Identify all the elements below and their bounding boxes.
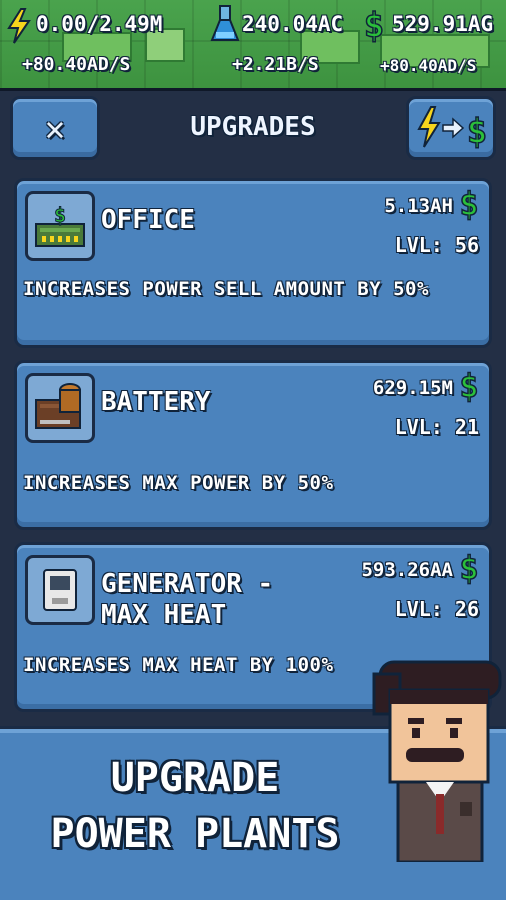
research-rate: +2.21B/s (232, 54, 319, 75)
upgrade-cost: 5.13AH (384, 195, 453, 217)
upgrade-level: LVL: 21 (394, 415, 479, 439)
dollar-icon: $ (459, 369, 480, 403)
upgrade-description: INCREASES MAX POWER BY 50% (23, 472, 334, 494)
mascot-character (372, 660, 502, 862)
svg-text:$: $ (364, 7, 384, 43)
banner-title-line1: UPGRADE (110, 755, 280, 801)
dollar-icon: $ (459, 187, 480, 221)
upgrade-name: OFFICE (101, 205, 195, 235)
svg-text:$: $ (459, 369, 478, 403)
generator-icon-box (25, 555, 95, 625)
page-title: UPGRADES (190, 112, 316, 142)
svg-text:$: $ (459, 551, 478, 585)
upgrade-card-battery[interactable]: BATTERY 629.15M $ LVL: 21 INCREASES MAX … (14, 360, 492, 530)
convert-power-to-money-button[interactable]: $ (406, 96, 496, 160)
upgrade-cost: 629.15M (372, 377, 453, 399)
upgrade-card-office[interactable]: $ OFFICE 5.13AH $ LVL: 56 INCREASES POWE… (14, 178, 492, 348)
close-x-icon: ✕ (44, 109, 66, 149)
generator-icon (43, 569, 77, 611)
upgrade-name: GENERATOR - MAX HEAT (101, 569, 273, 631)
power-rate: +80.40AD/s (22, 54, 131, 75)
battery-icon (35, 383, 81, 429)
money-rate: +80.40AD/s (380, 56, 477, 75)
research-flask-icon (210, 5, 240, 41)
upgrade-name-line1: GENERATOR - (101, 569, 274, 599)
svg-text:$: $ (54, 203, 66, 227)
research-amount: 240.04AC (242, 12, 344, 36)
upgrade-level: LVL: 56 (394, 233, 479, 257)
office-icon: $ (35, 203, 85, 247)
money-amount: 529.91AG (392, 12, 494, 36)
office-icon-box: $ (25, 191, 95, 261)
upgrade-level: LVL: 26 (394, 597, 479, 621)
battery-icon-box (25, 373, 95, 443)
power-amount: 0.00/2.49M (36, 12, 163, 36)
game-map-strip: 0.00/2.49M 240.04AC $ 529.91AG +80.40AD/… (0, 0, 506, 90)
svg-text:$: $ (459, 187, 478, 221)
upgrade-name: BATTERY (101, 387, 211, 417)
upgrade-description: INCREASES POWER SELL AMOUNT BY 50% (23, 278, 429, 300)
lightning-icon (7, 8, 31, 44)
dollar-icon: $ (363, 7, 385, 43)
dollar-icon: $ (459, 551, 480, 585)
upgrade-description: INCREASES MAX HEAT BY 100% (23, 654, 334, 676)
power-to-money-icon: $ (417, 106, 488, 153)
close-button[interactable]: ✕ (10, 96, 100, 160)
upgrade-cost: 593.26AA (361, 559, 453, 581)
svg-text:$: $ (467, 112, 487, 152)
upgrade-name-line2: MAX HEAT (101, 600, 227, 630)
banner-title-line2: POWER PLANTS (50, 811, 340, 857)
